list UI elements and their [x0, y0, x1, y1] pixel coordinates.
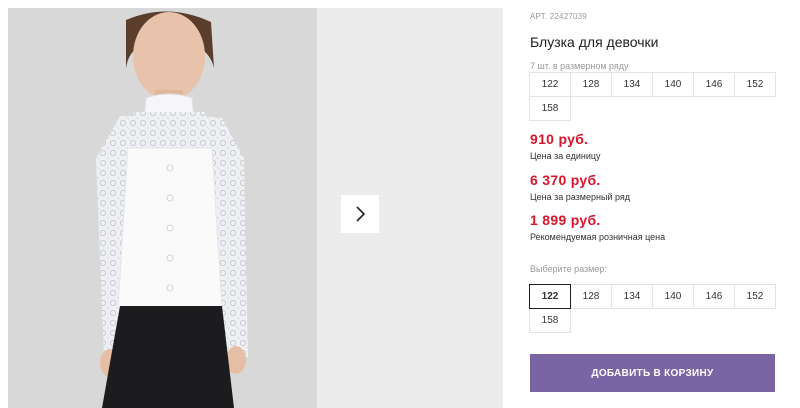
- product-image: [8, 8, 317, 408]
- size-option-158[interactable]: 158: [529, 308, 571, 333]
- pack-size: 158: [529, 96, 571, 121]
- size-option-152[interactable]: 152: [734, 284, 776, 309]
- size-option-140[interactable]: 140: [652, 284, 694, 309]
- size-option-146[interactable]: 146: [693, 284, 735, 309]
- product-sku: АРТ. 22427039: [530, 12, 587, 21]
- size-option-128[interactable]: 128: [570, 284, 612, 309]
- unit-price: 910 руб.: [530, 131, 589, 147]
- retail-price: 1 899 руб.: [530, 212, 601, 228]
- gallery-next-button[interactable]: [341, 195, 379, 233]
- product-title: Блузка для девочки: [530, 34, 659, 50]
- size-option-122[interactable]: 122: [529, 284, 571, 309]
- chevron-right-icon: [356, 206, 366, 222]
- pack-price: 6 370 руб.: [530, 172, 601, 188]
- pack-size: 152: [734, 72, 776, 97]
- pack-size: 140: [652, 72, 694, 97]
- size-option-134[interactable]: 134: [611, 284, 653, 309]
- pack-size: 146: [693, 72, 735, 97]
- pack-size: 134: [611, 72, 653, 97]
- retail-price-label: Рекомендуемая розничная цена: [530, 232, 666, 242]
- pack-price-label: Цена за размерный ряд: [530, 192, 631, 202]
- size-select-label: Выберите размер:: [530, 264, 607, 274]
- pack-size: 128: [570, 72, 612, 97]
- size-select-grid: 122 128 134 140 146 152 158: [529, 284, 776, 333]
- pack-size-note: 7 шт. в размерном ряду: [530, 61, 629, 71]
- product-photo: [8, 8, 317, 408]
- pack-sizes-grid: 122 128 134 140 146 152 158: [529, 72, 776, 121]
- unit-price-label: Цена за единицу: [530, 151, 601, 161]
- add-to-cart-button[interactable]: ДОБАВИТЬ В КОРЗИНУ: [530, 354, 775, 392]
- pack-size: 122: [529, 72, 571, 97]
